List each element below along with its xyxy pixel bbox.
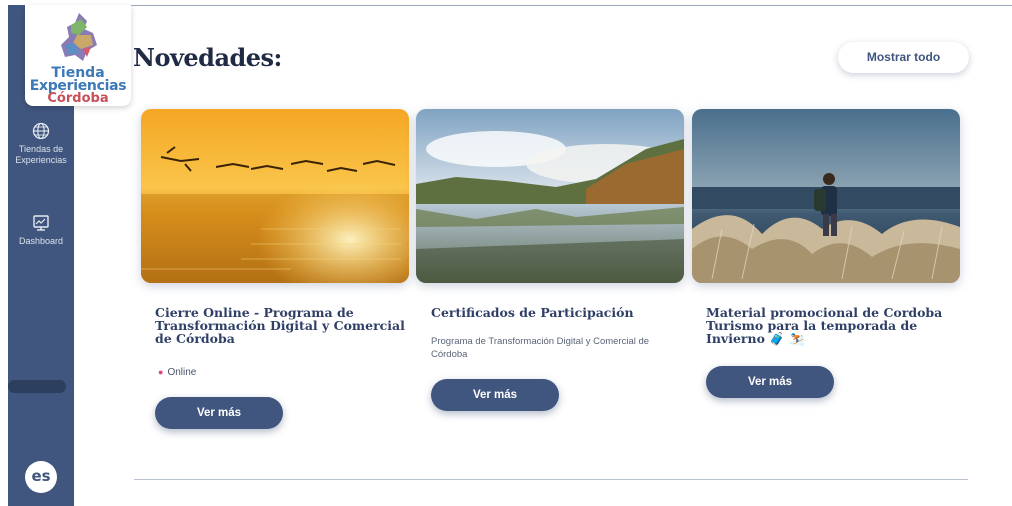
card-description: Programa de Transformación Digital y Com…: [431, 336, 650, 360]
online-badge: ● Online: [158, 367, 196, 378]
sierras-logo-icon: [61, 13, 97, 61]
card-image-hiker[interactable]: [692, 109, 960, 283]
pink-dot-icon: ●: [158, 367, 164, 377]
card-image-river[interactable]: [416, 109, 684, 283]
page-title: Novedades:: [133, 43, 282, 72]
show-all-button[interactable]: Mostrar todo: [838, 42, 969, 73]
top-divider: [74, 5, 1012, 6]
globe-icon: [32, 122, 50, 140]
card-title[interactable]: Material promocional de Cordoba Turismo …: [706, 306, 956, 345]
online-label: Online: [167, 367, 197, 378]
dashboard-monitor-icon: [33, 215, 49, 231]
ver-mas-button[interactable]: Ver más: [155, 397, 283, 429]
sidebar-item-label: Tiendas de Experiencias: [15, 144, 67, 165]
card-title[interactable]: Certificados de Participación: [431, 306, 681, 319]
ver-mas-button[interactable]: Ver más: [431, 379, 559, 411]
language-button[interactable]: es: [25, 461, 57, 493]
ver-mas-button[interactable]: Ver más: [706, 366, 834, 398]
brand-logo[interactable]: Tienda Experiencias Córdoba: [25, 5, 131, 106]
brand-line-3: Córdoba: [47, 91, 109, 106]
card-image-flamingos[interactable]: [141, 109, 409, 283]
sidebar-item-dashboard[interactable]: Dashboard: [8, 214, 74, 247]
sidebar-item-label: Dashboard: [18, 236, 64, 246]
section-divider: [134, 479, 968, 480]
sidebar-scroll-handle[interactable]: [8, 380, 66, 393]
card-title[interactable]: Cierre Online - Programa de Transformaci…: [155, 306, 405, 345]
sidebar-item-tiendas[interactable]: Tiendas de Experiencias: [8, 122, 74, 166]
